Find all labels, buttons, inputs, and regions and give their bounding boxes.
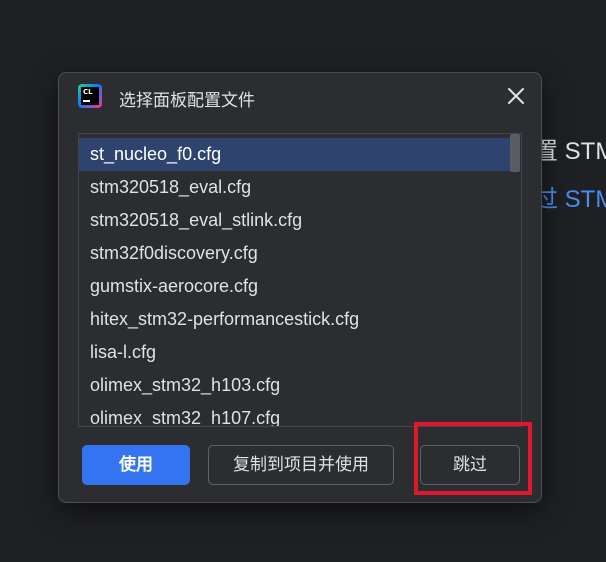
list-item[interactable]: lisa-l.cfg <box>79 336 511 369</box>
copy-to-project-and-use-button[interactable]: 复制到项目并使用 <box>208 445 394 485</box>
clion-logo-icon: CL <box>78 84 102 108</box>
background-link-skip[interactable]: 过 STM <box>534 179 606 214</box>
list-item[interactable]: hitex_stm32-performancestick.cfg <box>79 303 511 336</box>
scrollbar-thumb[interactable] <box>510 134 520 172</box>
config-file-items: st_nucleo_f0.cfg stm320518_eval.cfg stm3… <box>79 138 511 426</box>
list-item[interactable]: stm320518_eval.cfg <box>79 171 511 204</box>
dialog-title: 选择面板配置文件 <box>119 91 255 110</box>
highlight-annotation-box <box>414 422 532 495</box>
list-item[interactable]: gumstix-aerocore.cfg <box>79 270 511 303</box>
list-item[interactable]: stm320518_eval_stlink.cfg <box>79 204 511 237</box>
list-scrollbar[interactable] <box>509 134 521 426</box>
use-button[interactable]: 使用 <box>82 445 190 485</box>
background-text-configure: 置 STM <box>534 138 606 165</box>
config-file-list[interactable]: st_nucleo_f0.cfg stm320518_eval.cfg stm3… <box>78 133 522 427</box>
list-item[interactable]: st_nucleo_f0.cfg <box>79 138 511 171</box>
close-icon <box>508 88 524 104</box>
logo-text: CL <box>83 88 93 96</box>
close-button[interactable] <box>505 85 527 107</box>
list-item[interactable]: stm32f0discovery.cfg <box>79 237 511 270</box>
list-item[interactable]: olimex_stm32_h103.cfg <box>79 369 511 402</box>
